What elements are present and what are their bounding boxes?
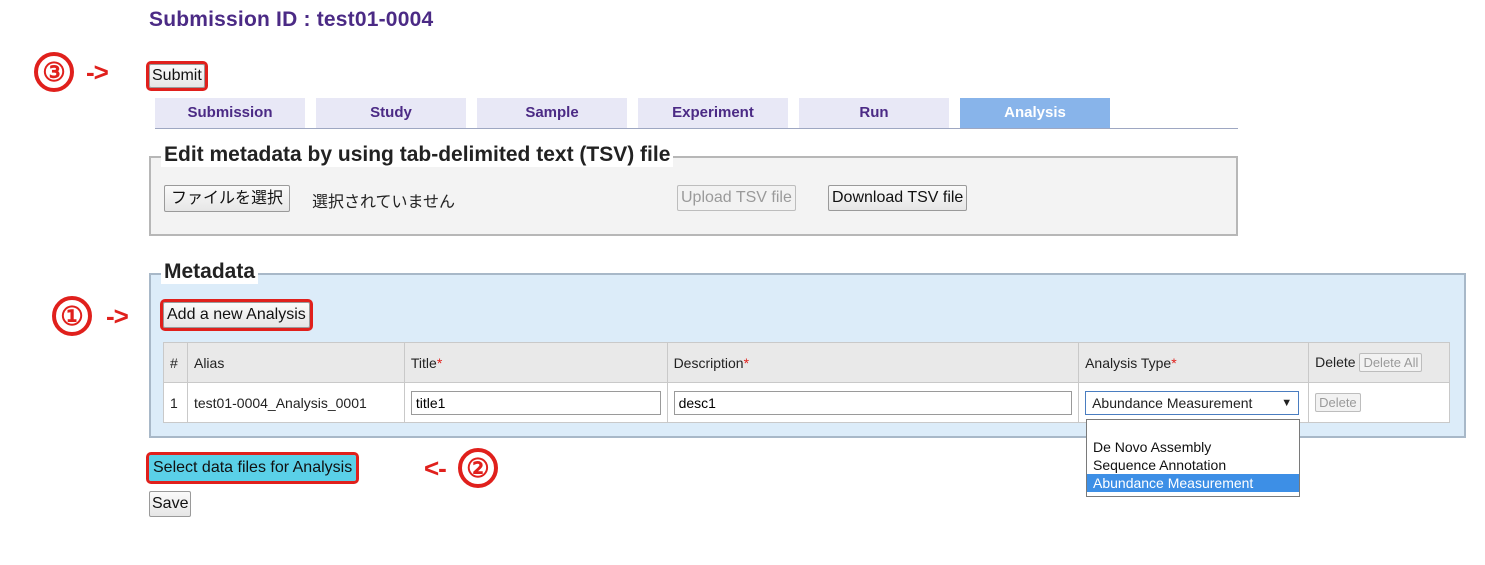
save-button[interactable]: Save	[149, 491, 192, 517]
choose-file-button[interactable]: ファイルを選択	[164, 185, 291, 212]
arrow-right-icon: ->	[86, 56, 109, 87]
analysis-type-select[interactable]: Abundance Measurement ▼	[1085, 390, 1300, 415]
row-description-cell	[666, 382, 1080, 423]
column-header-title: Title*	[403, 342, 668, 383]
circled-number-2: ②	[457, 448, 498, 488]
arrow-left-icon: <-	[424, 452, 447, 483]
table-header-row: # Alias Title* Description* Analysis Typ…	[163, 342, 1450, 383]
row-title-cell	[403, 382, 668, 423]
column-header-alias: Alias	[186, 342, 405, 383]
row-num: 1	[163, 382, 188, 423]
dropdown-option-abundance-measurement[interactable]: Abundance Measurement	[1087, 474, 1299, 492]
column-description-label: Description	[673, 354, 744, 371]
metadata-legend: Metadata	[161, 260, 259, 284]
dropdown-option-de-novo-assembly[interactable]: De Novo Assembly	[1087, 438, 1299, 456]
required-mark: *	[436, 354, 443, 371]
annotation-marker-3: ③ ->	[34, 52, 109, 92]
tab-submission[interactable]: Submission	[155, 98, 305, 128]
column-delete-label: Delete	[1315, 354, 1356, 370]
required-mark: *	[1171, 354, 1177, 371]
arrow-right-icon: ->	[106, 300, 129, 331]
tab-experiment[interactable]: Experiment	[638, 98, 788, 128]
metadata-table: # Alias Title* Description* Analysis Typ…	[163, 342, 1450, 423]
dropdown-option-empty[interactable]	[1087, 420, 1299, 438]
column-title-label: Title	[410, 354, 437, 371]
page-title: Submission ID : test01-0004	[149, 8, 434, 31]
table-row: 1 test01-0004_Analysis_0001 Abundance Me…	[163, 382, 1450, 423]
required-mark: *	[743, 354, 750, 371]
delete-row-button[interactable]: Delete	[1315, 393, 1361, 412]
tab-run[interactable]: Run	[799, 98, 949, 128]
description-input[interactable]	[673, 390, 1073, 415]
delete-all-button[interactable]: Delete All	[1359, 353, 1423, 372]
tab-sample[interactable]: Sample	[477, 98, 627, 128]
tab-study[interactable]: Study	[316, 98, 466, 128]
upload-tsv-button[interactable]: Upload TSV file	[677, 185, 796, 211]
row-analysis-type-cell: Abundance Measurement ▼	[1078, 382, 1310, 423]
annotation-marker-2: <- ②	[424, 448, 498, 488]
column-header-num: #	[163, 342, 188, 383]
chevron-down-icon: ▼	[1281, 396, 1293, 409]
tab-analysis[interactable]: Analysis	[960, 98, 1110, 128]
tab-bar: Submission Study Sample Experiment Run A…	[155, 98, 1238, 129]
circled-number-3: ③	[34, 52, 74, 92]
column-analysis-type-label: Analysis Type	[1085, 354, 1172, 371]
title-input[interactable]	[410, 390, 661, 415]
annotation-marker-1: ① ->	[52, 296, 129, 336]
circled-number-1: ①	[52, 296, 92, 336]
no-file-selected-text: 選択されていません	[312, 194, 456, 211]
column-header-analysis-type: Analysis Type*	[1078, 342, 1310, 383]
tsv-legend: Edit metadata by using tab-delimited tex…	[161, 143, 674, 167]
add-analysis-button[interactable]: Add a new Analysis	[160, 299, 313, 331]
select-data-files-button[interactable]: Select data files for Analysis	[145, 452, 360, 484]
row-delete-cell: Delete	[1308, 382, 1450, 423]
analysis-type-dropdown: De Novo Assembly Sequence Annotation Abu…	[1086, 419, 1300, 497]
analysis-type-value: Abundance Measurement	[1092, 394, 1253, 411]
submit-button[interactable]: Submit	[146, 61, 208, 91]
dropdown-option-sequence-annotation[interactable]: Sequence Annotation	[1087, 456, 1299, 474]
column-header-delete: Delete Delete All	[1308, 342, 1450, 383]
row-alias: test01-0004_Analysis_0001	[186, 382, 405, 423]
download-tsv-button[interactable]: Download TSV file	[828, 185, 968, 211]
column-header-description: Description*	[666, 342, 1080, 383]
